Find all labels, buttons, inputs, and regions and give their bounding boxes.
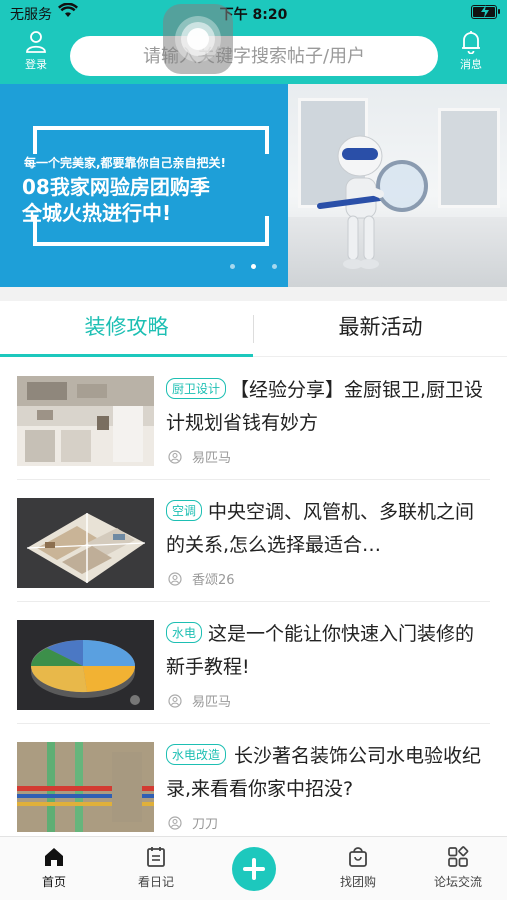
thumbnail-floorplan bbox=[17, 498, 154, 588]
user-icon bbox=[26, 31, 46, 53]
user-avatar-icon bbox=[168, 449, 182, 464]
page-dot-active[interactable] bbox=[251, 264, 256, 269]
content-tabs: 装修攻略 最新活动 bbox=[0, 301, 507, 357]
category-tag[interactable]: 厨卫设计 bbox=[166, 378, 227, 399]
tab-diary-label: 看日记 bbox=[137, 875, 174, 889]
article-title[interactable]: 这是一个能让你快速入门装修的新手教程! bbox=[166, 618, 484, 684]
banner-subtext: 每一个完美家,都要靠你自己亲自把关! bbox=[24, 156, 227, 170]
login-button[interactable]: 登录 bbox=[8, 30, 64, 82]
tab-group-buy[interactable]: 找团购 bbox=[318, 845, 398, 890]
category-tag[interactable]: 水电改造 bbox=[166, 744, 227, 765]
author[interactable]: 易匹马 bbox=[168, 691, 231, 710]
thumbnail-piechart bbox=[17, 620, 154, 710]
author[interactable]: 易匹马 bbox=[168, 447, 231, 466]
shopping-bag-icon bbox=[349, 847, 367, 867]
author[interactable]: 香颂26 bbox=[168, 569, 235, 588]
tab-group-buy-label: 找团购 bbox=[339, 875, 376, 889]
banner-headline-line2: 全城火热进行中! bbox=[22, 201, 172, 225]
login-label: 登录 bbox=[25, 58, 47, 71]
search-input[interactable] bbox=[70, 45, 438, 67]
user-avatar-icon bbox=[168, 815, 182, 830]
search-bar[interactable] bbox=[70, 36, 438, 76]
list-item[interactable]: 长沙著名装饰公司水电验收纪录,来看看你家中招没? 水电改造 刀刀 bbox=[0, 724, 507, 846]
thumbnail-kitchen bbox=[17, 376, 154, 466]
battery-icon bbox=[471, 5, 500, 19]
promo-banner[interactable]: 每一个完美家,都要靠你自己亲自把关! 08我家网验房团购季 全城火热进行中! bbox=[0, 84, 507, 287]
banner-pagination bbox=[0, 254, 507, 273]
category-tag[interactable]: 空调 bbox=[166, 500, 203, 521]
section-gap bbox=[0, 287, 507, 301]
banner-headline-line1: 08我家网验房团购季 bbox=[22, 175, 210, 199]
page-dot[interactable] bbox=[230, 264, 235, 269]
tab-forum[interactable]: 论坛交流 bbox=[418, 845, 498, 890]
top-header: 无服务 下午 8:20 登录 消息 bbox=[0, 0, 507, 84]
thumbnail-pipes bbox=[17, 742, 154, 832]
article-title[interactable]: 中央空调、风管机、多联机之间的关系,怎么选择最适合… bbox=[166, 496, 484, 562]
page-dot[interactable] bbox=[272, 264, 277, 269]
clock: 下午 8:20 bbox=[219, 7, 288, 23]
messages-button[interactable]: 消息 bbox=[443, 30, 499, 82]
user-avatar-icon bbox=[168, 571, 182, 586]
tab-label: 装修攻略 bbox=[84, 315, 169, 339]
list-item[interactable]: 这是一个能让你快速入门装修的新手教程! 水电 易匹马 bbox=[0, 602, 507, 724]
home-icon bbox=[45, 848, 63, 866]
tab-latest-events[interactable]: 最新活动 bbox=[254, 301, 507, 357]
list-item[interactable]: 中央空调、风管机、多联机之间的关系,怎么选择最适合… 空调 香颂26 bbox=[0, 480, 507, 602]
author[interactable]: 刀刀 bbox=[168, 813, 218, 832]
messages-label: 消息 bbox=[460, 58, 482, 71]
user-avatar-icon bbox=[168, 693, 182, 708]
banner-headline: 08我家网验房团购季 全城火热进行中! bbox=[22, 174, 282, 226]
tab-label: 最新活动 bbox=[338, 315, 423, 339]
bottom-tab-bar: 首页 看日记 找团购 论坛交流 bbox=[0, 836, 507, 900]
active-tab-indicator bbox=[0, 354, 253, 357]
author-name: 易匹马 bbox=[192, 695, 232, 710]
status-bar: 无服务 下午 8:20 bbox=[0, 0, 507, 26]
bell-icon bbox=[462, 31, 480, 54]
author-name: 刀刀 bbox=[192, 817, 219, 832]
tab-home-label: 首页 bbox=[41, 875, 66, 889]
diary-icon bbox=[147, 847, 165, 867]
tab-home[interactable]: 首页 bbox=[14, 845, 94, 890]
author-name: 香颂26 bbox=[192, 573, 235, 588]
category-tag[interactable]: 水电 bbox=[166, 622, 203, 643]
tab-diary[interactable]: 看日记 bbox=[116, 845, 196, 890]
grid-icon bbox=[448, 846, 469, 867]
list-item[interactable]: 【经验分享】金厨银卫,厨卫设计规划省钱有妙方 厨卫设计 易匹马 bbox=[0, 358, 507, 480]
tab-forum-label: 论坛交流 bbox=[433, 875, 482, 889]
assistive-touch-button[interactable] bbox=[163, 4, 233, 74]
create-post-button[interactable] bbox=[232, 847, 276, 891]
tab-decoration-guide[interactable]: 装修攻略 bbox=[0, 301, 253, 357]
author-name: 易匹马 bbox=[192, 451, 232, 466]
